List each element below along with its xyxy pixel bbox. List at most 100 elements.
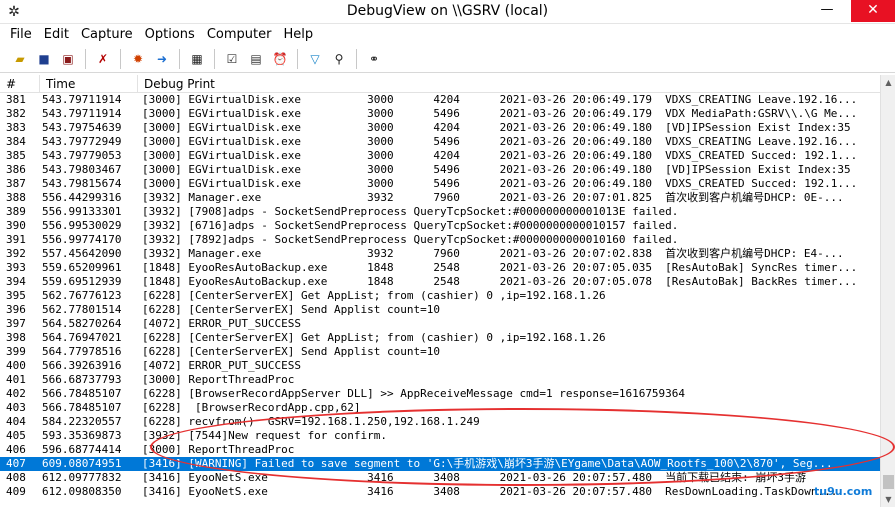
vertical-scrollbar[interactable]: ▲ ▼ [880, 75, 895, 507]
table-row[interactable]: 388 556.44299316 [3932] Manager.exe 3932 7… [0, 191, 880, 205]
table-row[interactable]: 396 562.77801514 [6228] [CenterServerEX] S… [0, 303, 880, 317]
table-row[interactable]: 406 596.68774414 [3000] ReportThreadProc [0, 443, 880, 457]
window-title: DebugView on \\GSRV (local) [346, 3, 549, 19]
row-debug-print: [1848] EyooResAutoBackup.exe 1848 2548 2… [142, 275, 858, 288]
table-row[interactable]: 394 559.69512939 [1848] EyooResAutoBackup.… [0, 275, 880, 289]
menu-help[interactable]: Help [277, 25, 319, 45]
menu-edit[interactable]: Edit [38, 25, 75, 45]
table-row[interactable]: 384 543.79772949 [3000] EGVirtualDisk.exe … [0, 135, 880, 149]
debug-output-list[interactable]: # Time Debug Print 381 543.79711914 [3000]… [0, 75, 880, 507]
row-number: 408 [6, 471, 26, 484]
menu-bar: File Edit Capture Options Computer Help [0, 25, 895, 45]
row-time: 562.77801514 [42, 303, 122, 316]
row-time: 556.99133301 [42, 205, 122, 218]
row-time: 543.79754639 [42, 121, 122, 134]
table-row[interactable]: 405 593.35369873 [3932] [7544]New request … [0, 429, 880, 443]
row-time: 564.58270264 [42, 317, 122, 330]
capture-icon[interactable]: ✹ [129, 50, 147, 68]
table-row[interactable]: 393 559.65209961 [1848] EyooResAutoBackup.… [0, 261, 880, 275]
timer-icon[interactable]: ⏰ [271, 50, 289, 68]
row-number: 391 [6, 233, 26, 246]
table-row[interactable]: 402 566.78485107 [6228] [BrowserRecordAppS… [0, 387, 880, 401]
row-number: 398 [6, 331, 26, 344]
row-number: 396 [6, 303, 26, 316]
row-time: 543.79815674 [42, 177, 122, 190]
scroll-down-icon[interactable]: ▼ [881, 492, 895, 507]
binoculars-icon[interactable]: ⚭ [365, 50, 383, 68]
menu-computer[interactable]: Computer [201, 25, 278, 45]
table-row[interactable]: 382 543.79711914 [3000] EGVirtualDisk.exe … [0, 107, 880, 121]
row-debug-print: [6228] [CenterServerEX] Send Applist cou… [142, 345, 441, 358]
history-icon[interactable]: ▤ [247, 50, 265, 68]
table-row[interactable]: 381 543.79711914 [3000] EGVirtualDisk.exe … [0, 93, 880, 107]
row-number: 405 [6, 429, 26, 442]
row-number: 389 [6, 205, 26, 218]
toolbar: ▰ ■ ▣ ✗ ✹ ➜ ▦ ☑ ▤ ⏰ ▽ ⚲ ⚭ [0, 45, 895, 73]
find-icon[interactable]: ⚲ [330, 50, 348, 68]
column-header-number[interactable]: # [0, 75, 40, 93]
row-time: 564.76947021 [42, 331, 122, 344]
table-row[interactable]: 387 543.79815674 [3000] EGVirtualDisk.exe … [0, 177, 880, 191]
row-number: 392 [6, 247, 26, 260]
toolbar-separator [179, 48, 180, 69]
row-debug-print: [3932] [7892]adps - SocketSendPreprocess… [142, 233, 679, 246]
scroll-up-icon[interactable]: ▲ [881, 75, 895, 90]
row-debug-print: [3000] EGVirtualDisk.exe 3000 4204 2021-… [142, 93, 858, 106]
close-button[interactable]: ✕ [851, 0, 895, 22]
table-row[interactable]: 408 612.09777832 [3416] EyooNetS.exe 3416 … [0, 471, 880, 485]
row-time: 556.99774170 [42, 233, 122, 246]
table-row[interactable]: 395 562.76776123 [6228] [CenterServerEX] G… [0, 289, 880, 303]
filter-icon[interactable]: ▦ [188, 50, 206, 68]
table-row[interactable]: 404 584.22320557 [6228] recvfrom() GSRV=19… [0, 415, 880, 429]
row-debug-print: [3416] EyooNetS.exe 3416 3408 2021-03-26… [142, 471, 807, 484]
row-number: 400 [6, 359, 26, 372]
row-time: 556.99530029 [42, 219, 122, 232]
row-time: 596.68774414 [42, 443, 122, 456]
row-number: 386 [6, 163, 26, 176]
table-row[interactable]: 409 612.09808350 [3416] EyooNetS.exe 3416 … [0, 485, 880, 499]
table-row[interactable]: 403 566.78485107 [6228] [BrowserRecordApp.… [0, 401, 880, 415]
row-number: 388 [6, 191, 26, 204]
minimize-button[interactable]: — [805, 0, 849, 22]
menu-options[interactable]: Options [139, 25, 201, 45]
menu-file[interactable]: File [4, 25, 38, 45]
save-icon[interactable]: ■ [35, 50, 53, 68]
table-row[interactable]: 407 609.08074951 [3416] [WARNING] Failed t… [0, 457, 880, 471]
row-time: 557.45642090 [42, 247, 122, 260]
table-row[interactable]: 397 564.58270264 [4072] ERROR_PUT_SUCCESS [0, 317, 880, 331]
row-debug-print: [1848] EyooResAutoBackup.exe 1848 2548 2… [142, 261, 858, 274]
table-row[interactable]: 400 566.39263916 [4072] ERROR_PUT_SUCCESS [0, 359, 880, 373]
row-time: 543.79803467 [42, 163, 122, 176]
row-debug-print: [6228] [CenterServerEX] Get AppList; fro… [142, 331, 606, 344]
row-number: 382 [6, 107, 26, 120]
menu-capture[interactable]: Capture [75, 25, 139, 45]
row-debug-print: [6228] [BrowserRecordApp.cpp,62] [142, 401, 361, 414]
table-row[interactable]: 389 556.99133301 [3932] [7908]adps - Socke… [0, 205, 880, 219]
row-number: 407 [6, 457, 26, 470]
table-row[interactable]: 399 564.77978516 [6228] [CenterServerEX] S… [0, 345, 880, 359]
row-time: 566.39263916 [42, 359, 122, 372]
save-all-icon[interactable]: ▣ [59, 50, 77, 68]
table-row[interactable]: 383 543.79754639 [3000] EGVirtualDisk.exe … [0, 121, 880, 135]
row-debug-print: [3000] ReportThreadProc [142, 373, 295, 386]
table-row[interactable]: 398 564.76947021 [6228] [CenterServerEX] G… [0, 331, 880, 345]
row-debug-print: [3000] EGVirtualDisk.exe 3000 4204 2021-… [142, 149, 858, 162]
column-header-debug-print[interactable]: Debug Print [138, 75, 880, 93]
table-row[interactable]: 386 543.79803467 [3000] EGVirtualDisk.exe … [0, 163, 880, 177]
autoscroll-icon[interactable]: ➜ [153, 50, 171, 68]
open-icon[interactable]: ▰ [11, 50, 29, 68]
table-row[interactable]: 392 557.45642090 [3932] Manager.exe 3932 7… [0, 247, 880, 261]
table-row[interactable]: 391 556.99774170 [3932] [7892]adps - Socke… [0, 233, 880, 247]
table-row[interactable]: 401 566.68737793 [3000] ReportThreadProc [0, 373, 880, 387]
row-debug-print: [3000] EGVirtualDisk.exe 3000 5496 2021-… [142, 163, 851, 176]
table-row[interactable]: 385 543.79779053 [3000] EGVirtualDisk.exe … [0, 149, 880, 163]
row-debug-print: [3932] [7544]New request for confirm. [142, 429, 388, 442]
highlight-icon[interactable]: ▽ [306, 50, 324, 68]
row-debug-print: [4072] ERROR_PUT_SUCCESS [142, 359, 301, 372]
clock-time-icon[interactable]: ☑ [223, 50, 241, 68]
table-row[interactable]: 390 556.99530029 [3932] [6716]adps - Socke… [0, 219, 880, 233]
scroll-thumb[interactable] [883, 475, 894, 489]
clear-display-icon[interactable]: ✗ [94, 50, 112, 68]
column-header-time[interactable]: Time [40, 75, 138, 93]
row-number: 394 [6, 275, 26, 288]
